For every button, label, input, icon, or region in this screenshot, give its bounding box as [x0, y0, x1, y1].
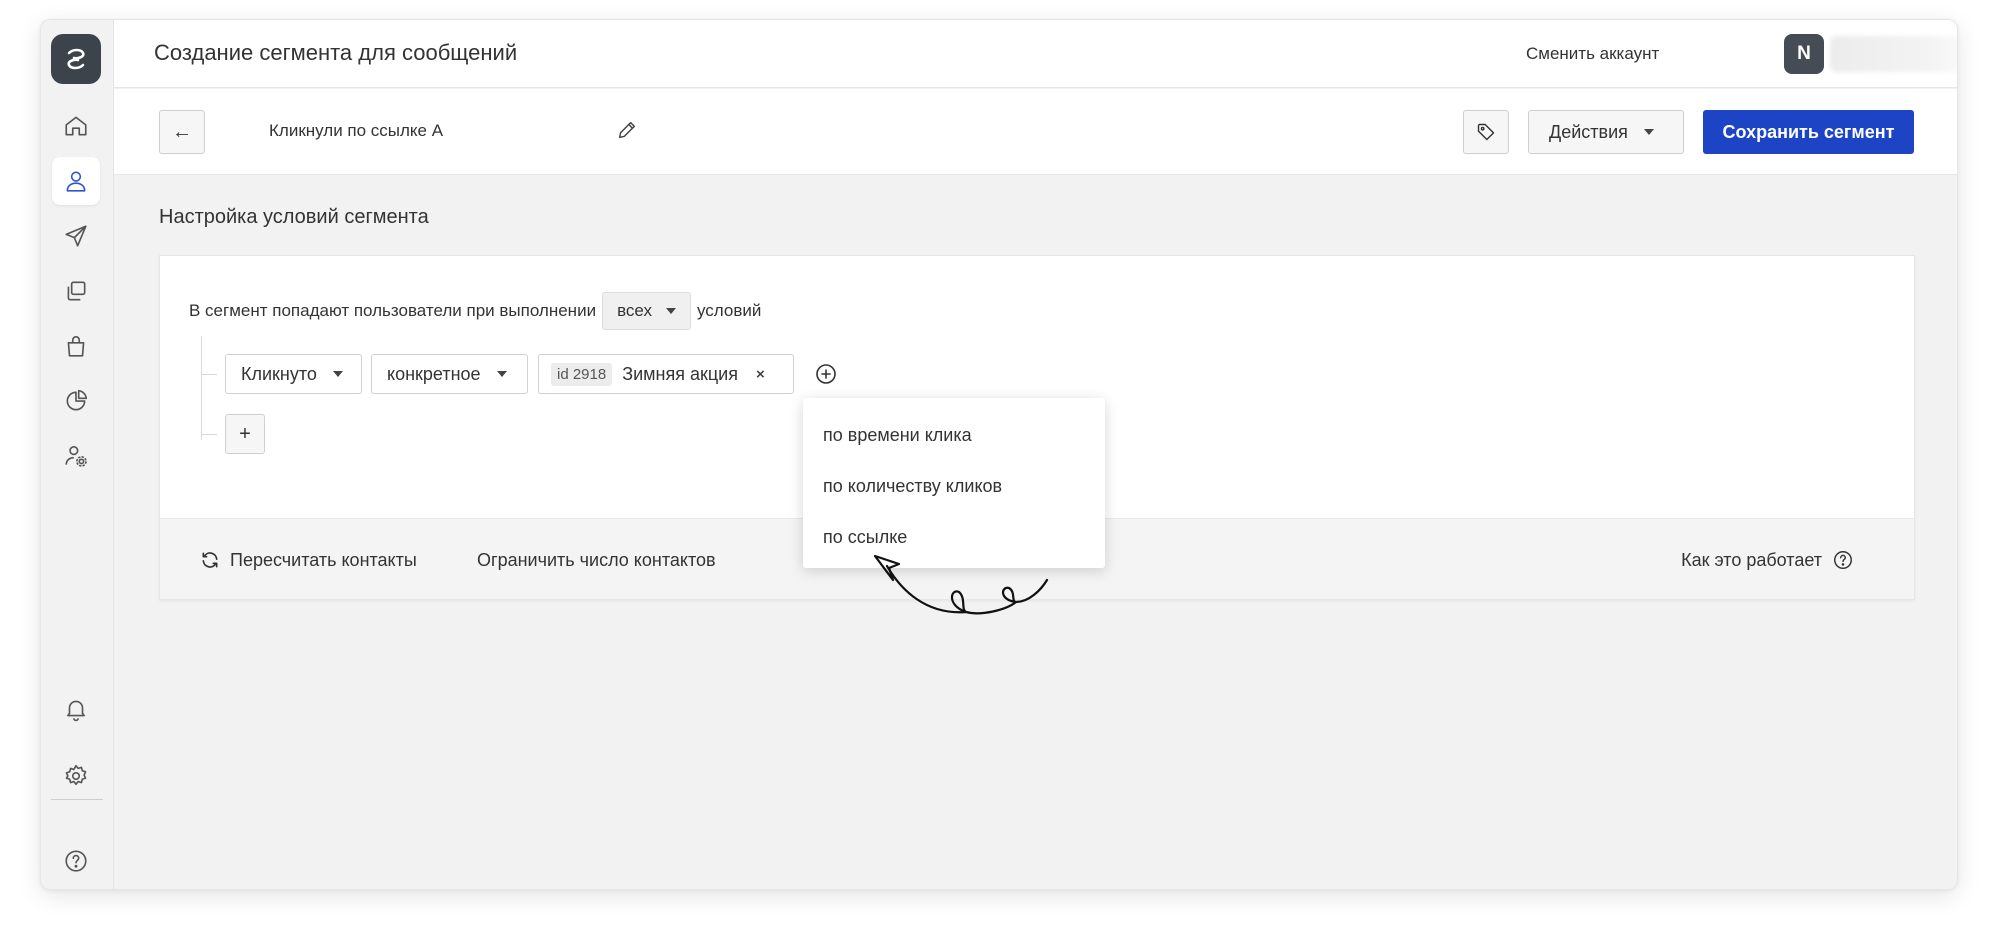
page-title: Создание сегмента для сообщений	[154, 40, 518, 65]
save-segment-button[interactable]: Сохранить сегмент	[1703, 110, 1914, 154]
tree-branch	[201, 434, 217, 435]
dropdown-item-click-time[interactable]: по времени клика	[803, 410, 1105, 461]
recalculate-contacts-button[interactable]: Пересчитать контакты	[200, 519, 417, 601]
condition-mode-value: всех	[617, 301, 652, 320]
dropdown-item-by-link[interactable]: по ссылке	[803, 512, 1105, 563]
condition-prefix: В сегмент попадают пользователи при выпо…	[189, 301, 597, 320]
bag-icon	[67, 336, 85, 357]
home-icon	[65, 116, 87, 136]
segment-toolbar: ← Кликнули по ссылке А Действия Сохранит…	[114, 89, 1957, 175]
pie-chart-icon	[66, 389, 88, 411]
condition-sentence: В сегмент попадают пользователи при выпо…	[189, 291, 761, 331]
sidebar-item-analytics[interactable]	[52, 377, 100, 425]
user-icon	[66, 171, 86, 192]
event-select[interactable]: Кликнуто	[225, 354, 362, 394]
dropdown-item-click-count[interactable]: по количеству кликов	[803, 461, 1105, 512]
chevron-down-icon	[665, 308, 676, 314]
close-icon[interactable]: ×	[756, 366, 765, 383]
event-type-value: конкретное	[387, 363, 481, 384]
refresh-icon	[202, 552, 218, 568]
event-select-value: Кликнуто	[241, 363, 317, 384]
section-title: Настройка условий сегмента	[159, 206, 429, 228]
event-type-select[interactable]: конкретное	[371, 354, 528, 394]
logo-icon	[67, 48, 85, 70]
app-window: Создание сегмента для сообщений Сменить …	[40, 19, 1958, 890]
tag-icon	[1477, 123, 1495, 141]
bell-icon	[67, 700, 85, 722]
back-button[interactable]: ←	[159, 110, 205, 154]
sidebar-item-templates[interactable]	[52, 267, 100, 315]
condition-mode-select[interactable]: всех	[602, 292, 691, 330]
sidebar-item-notifications[interactable]	[52, 685, 100, 733]
switch-account-link[interactable]: Сменить аккаунт	[1526, 44, 1659, 64]
chevron-down-icon	[496, 371, 507, 377]
chevron-down-icon	[1643, 129, 1654, 135]
campaign-name: Зимняя акция	[622, 363, 738, 384]
help-icon	[65, 850, 87, 872]
avatar[interactable]: N	[1784, 34, 1824, 74]
add-condition-button[interactable]: +	[225, 414, 265, 454]
account-name-blurred	[1830, 36, 1957, 72]
sidebar-item-user-settings[interactable]	[52, 432, 100, 480]
actions-dropdown-button[interactable]: Действия	[1528, 110, 1684, 154]
send-icon	[65, 225, 87, 247]
chevron-down-icon	[332, 371, 343, 377]
recalculate-label: Пересчитать контакты	[230, 549, 417, 570]
sidebar-item-settings[interactable]	[52, 752, 100, 800]
app-logo[interactable]	[51, 34, 101, 84]
tree-branch	[201, 374, 217, 375]
add-condition-dropdown: по времени клика по количеству кликов по…	[803, 398, 1105, 568]
top-header: Создание сегмента для сообщений Сменить …	[114, 20, 1957, 88]
gear-icon	[65, 764, 87, 786]
condition-suffix: условий	[696, 301, 762, 320]
pencil-icon[interactable]	[616, 119, 638, 141]
user-gear-icon	[65, 445, 87, 467]
sidebar-item-help[interactable]	[52, 837, 100, 885]
limit-contacts-button[interactable]: Ограничить число контактов	[477, 519, 716, 601]
how-it-works-link[interactable]: Как это работает	[1681, 519, 1854, 601]
how-it-works-label: Как это работает	[1681, 549, 1822, 570]
sidebar-item-campaigns[interactable]	[52, 212, 100, 260]
tree-line	[201, 336, 202, 440]
sidebar	[41, 20, 114, 889]
tag-button[interactable]	[1463, 110, 1509, 154]
help-icon	[1834, 551, 1852, 569]
sidebar-item-contacts[interactable]	[52, 157, 100, 205]
campaign-id-chip: id 2918	[551, 362, 613, 386]
actions-label: Действия	[1549, 121, 1628, 142]
segment-name: Кликнули по ссылке А	[269, 121, 444, 140]
copy-icon	[67, 281, 86, 301]
campaign-select[interactable]: id 2918 Зимняя акция ×	[538, 354, 794, 394]
sidebar-divider	[51, 799, 103, 800]
sidebar-item-home[interactable]	[52, 102, 100, 150]
sidebar-item-shop[interactable]	[52, 322, 100, 370]
add-circle-icon[interactable]	[814, 362, 838, 386]
